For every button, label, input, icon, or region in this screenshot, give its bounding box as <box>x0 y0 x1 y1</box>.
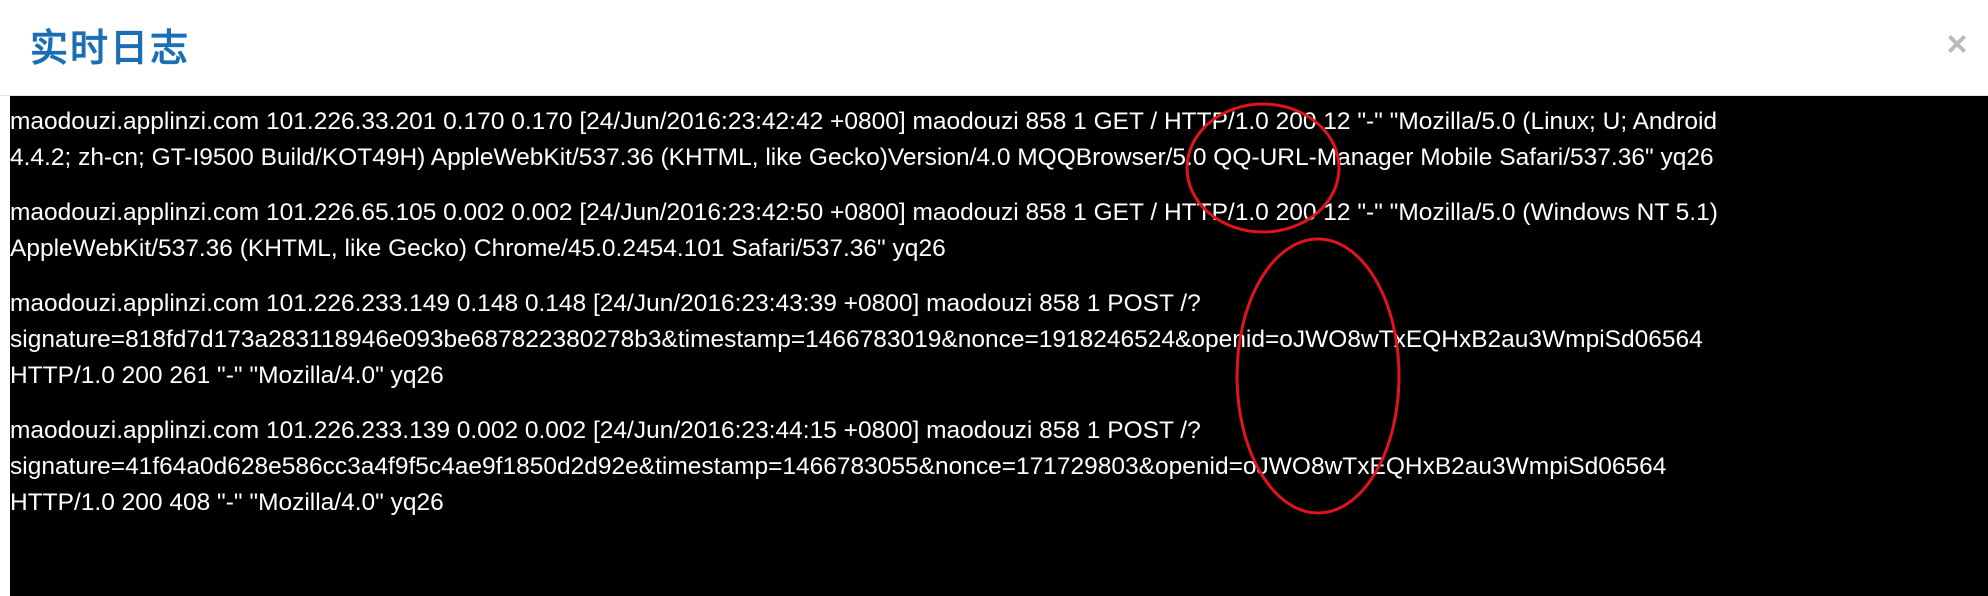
log-entry: maodouzi.applinzi.com 101.226.233.139 0.… <box>10 413 1986 521</box>
log-line: HTTP/1.0 200 408 "-" "Mozilla/4.0" yq26 <box>10 489 444 516</box>
log-entry: maodouzi.applinzi.com 101.226.233.149 0.… <box>10 286 1986 394</box>
modal-title: 实时日志 <box>30 26 191 70</box>
log-line: maodouzi.applinzi.com 101.226.33.201 0.1… <box>10 108 1718 135</box>
log-line: AppleWebKit/537.36 (KHTML, like Gecko) C… <box>10 235 946 262</box>
log-line: signature=41f64a0d628e586cc3a4f9f5c4ae9f… <box>10 453 1667 480</box>
log-line: maodouzi.applinzi.com 101.226.233.139 0.… <box>10 417 1201 444</box>
log-entry: maodouzi.applinzi.com 101.226.65.105 0.0… <box>10 195 1986 267</box>
log-line: HTTP/1.0 200 261 "-" "Mozilla/4.0" yq26 <box>10 362 444 389</box>
log-entry: maodouzi.applinzi.com 101.226.33.201 0.1… <box>10 104 1986 176</box>
log-line: maodouzi.applinzi.com 101.226.65.105 0.0… <box>10 199 1718 226</box>
realtime-log-modal: 实时日志 × maodouzi.applinzi.com 101.226.33.… <box>0 0 1988 596</box>
close-icon[interactable]: × <box>1940 26 1974 62</box>
log-line: signature=818fd7d173a283118946e093be6878… <box>10 326 1703 353</box>
log-panel[interactable]: maodouzi.applinzi.com 101.226.33.201 0.1… <box>10 96 1988 596</box>
log-line: 4.4.2; zh-cn; GT-I9500 Build/KOT49H) App… <box>10 144 1714 171</box>
modal-header: 实时日志 × <box>0 0 1988 96</box>
log-line: maodouzi.applinzi.com 101.226.233.149 0.… <box>10 290 1201 317</box>
